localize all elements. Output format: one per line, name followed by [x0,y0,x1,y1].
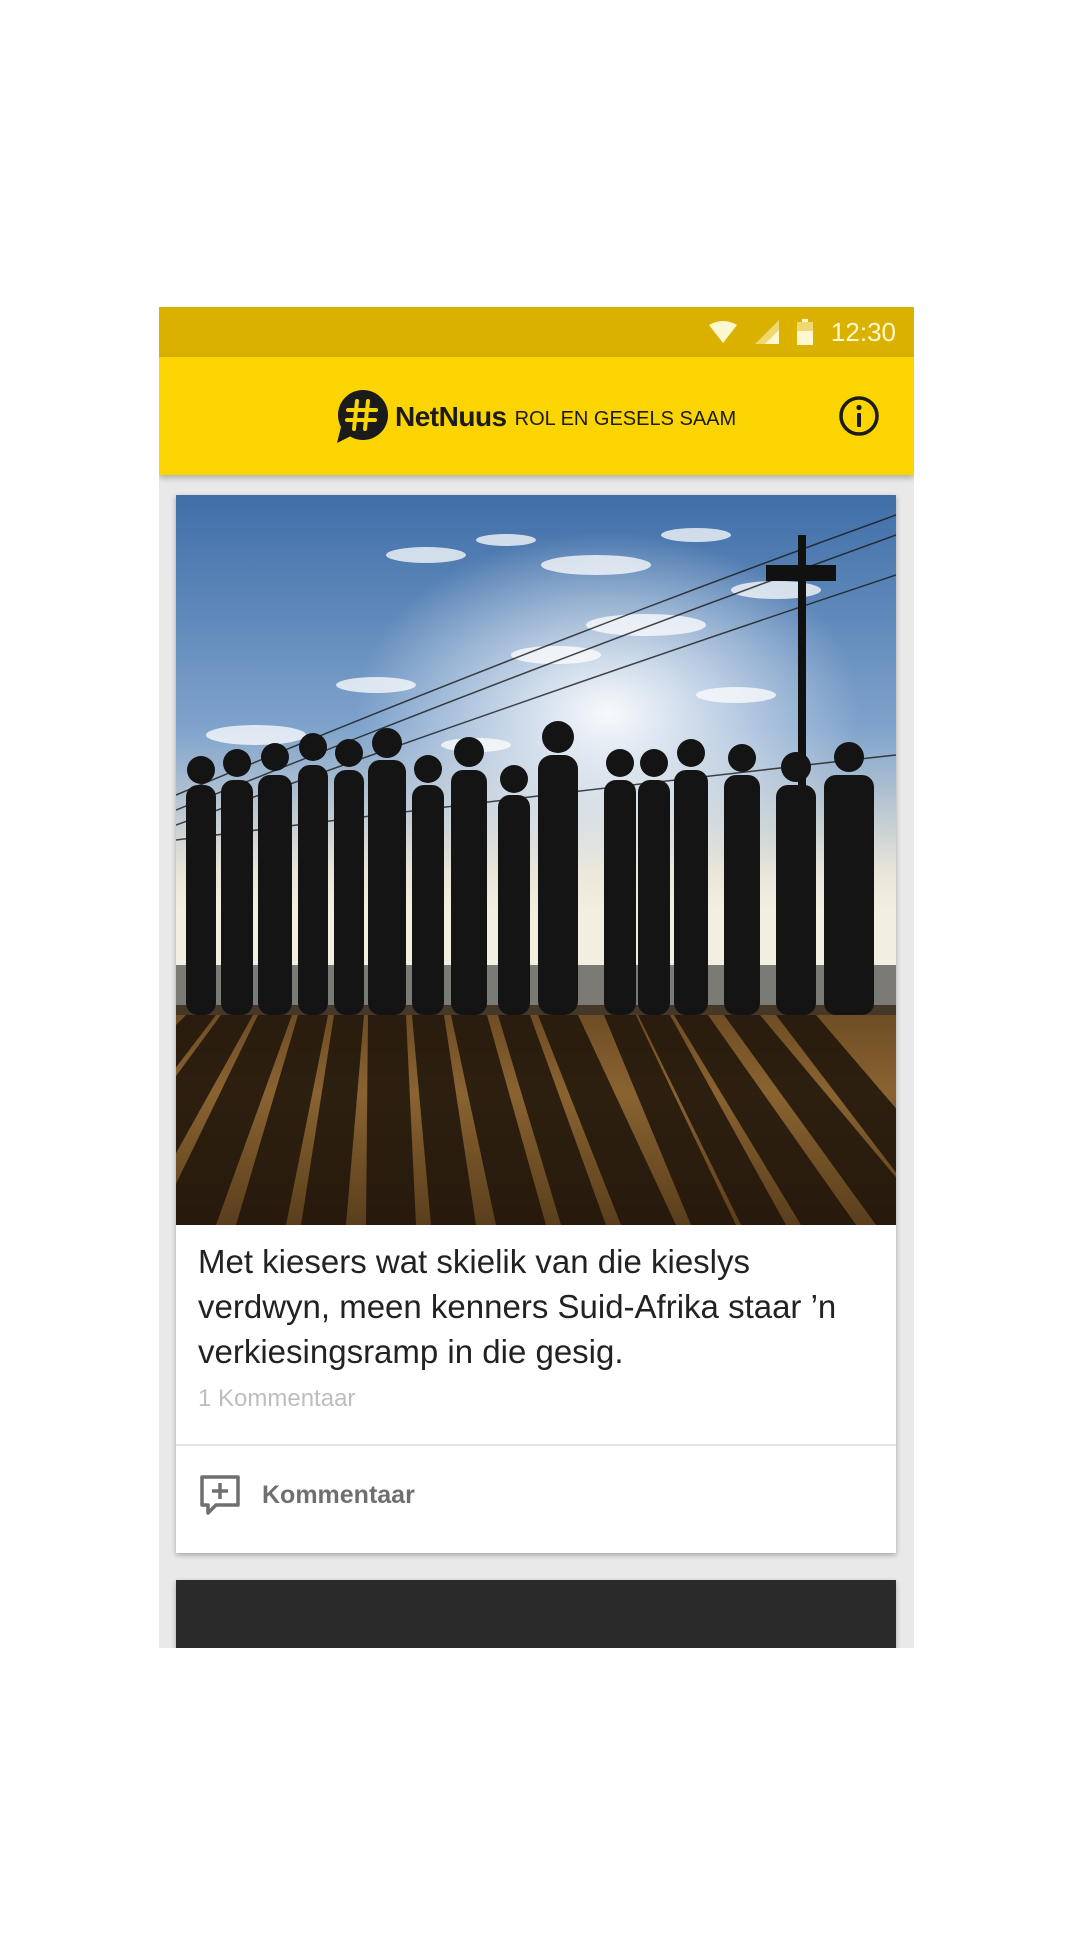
app-brand-name: NetNuus [395,401,507,432]
status-bar: 12:30 [159,307,914,357]
info-icon [839,396,879,436]
status-time: 12:30 [830,316,896,347]
people-queuing-at-sunset-photo [176,495,896,1225]
battery-icon [796,319,813,345]
news-card: Met kiesers wat skielik van die kieslys … [176,495,896,1553]
status-icons: 12:30 [708,307,896,357]
hashtag-speech-bubble-icon [337,390,388,443]
app-tagline: ROL EN GESELS SAAM [514,407,737,430]
comment-button-label: Kommentaar [262,1480,415,1509]
comment-button[interactable]: Kommentaar [198,1470,415,1520]
app-bar: NetNuus ROL EN GESELS SAAM [159,357,914,475]
news-photo[interactable] [176,495,896,1225]
signal-icon [754,320,779,344]
add-comment-icon [200,1475,240,1515]
info-button[interactable] [838,395,880,437]
app-logo: NetNuus ROL EN GESELS SAAM [333,387,736,447]
comment-count[interactable]: 1 Kommentaar [198,1385,355,1413]
phone-screen: 12:30 NetNuus ROL EN GESELS SAAM Met kie… [159,307,914,1648]
wifi-icon [708,321,737,343]
next-news-card[interactable] [176,1580,896,1648]
news-headline[interactable]: Met kiesers wat skielik van die kieslys … [198,1239,878,1374]
card-divider [176,1444,896,1446]
